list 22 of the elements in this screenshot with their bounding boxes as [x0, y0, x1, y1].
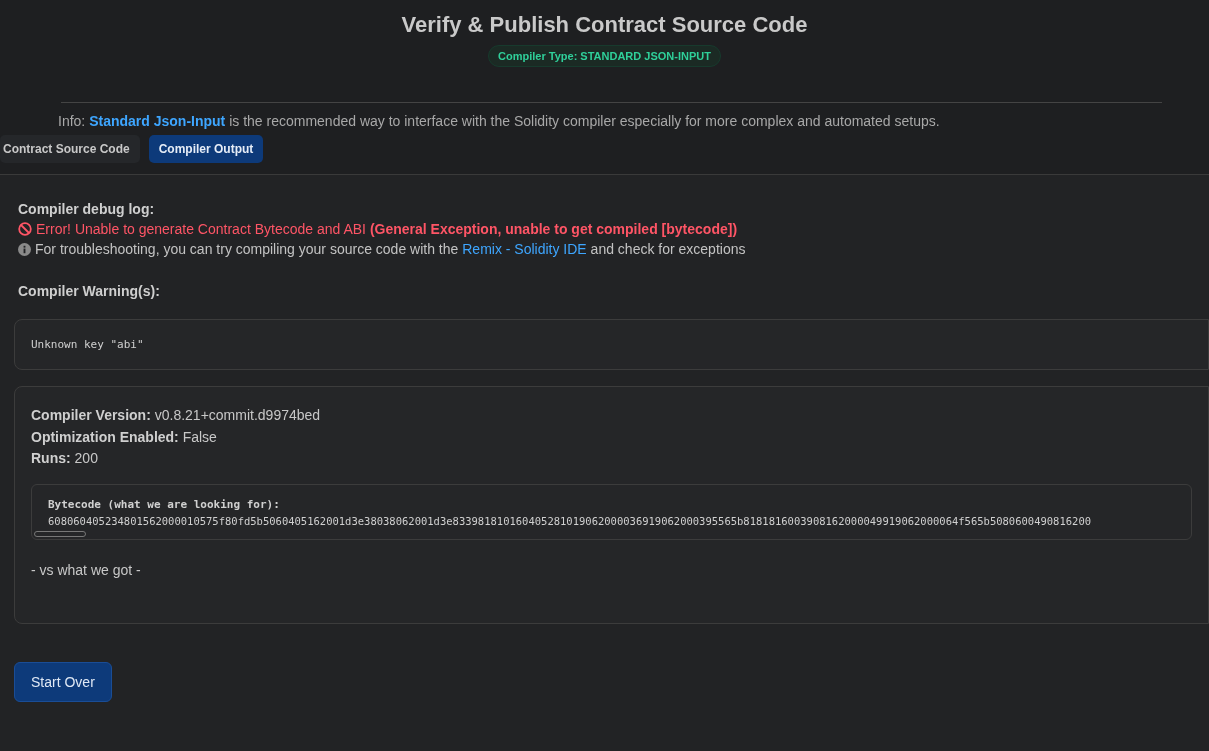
tab[interactable]: Contract Source Code: [0, 135, 140, 163]
scrollbar-thumb[interactable]: [34, 530, 86, 537]
bytecode-heading: Bytecode (what we are looking for):: [48, 497, 281, 511]
section-heading: Compiler Warning(s):: [18, 283, 161, 299]
detail-row-text: Optimization Enabled: False: [31, 427, 218, 447]
info-text: Info: Standard Json-Input is the recommended way to interface with the Solidity compiler especially for more complex and automated setups.: [58, 113, 941, 129]
remix-link[interactable]: Remix - Solidity IDE: [462, 241, 587, 257]
warning-text: Unknown key "abi": [31, 338, 145, 351]
section-heading: Compiler debug log:: [18, 201, 156, 217]
detail-row-text: Compiler Version: v0.8.21+commit.d9974bed: [31, 406, 322, 425]
start-over-button[interactable]: Start Over: [14, 662, 112, 702]
comparison-label: - vs what we got -: [31, 561, 142, 578]
bytecode-text: 608060405234801562000010575f80fd5b5060405162001d3e38038062001d3e833981810160405281019062000036919062000395565b8181816003908162000049919062000064f565b5080600490816200: [48, 514, 1093, 527]
standard-json-link[interactable]: Standard Json-Input: [89, 113, 226, 129]
troubleshooting-text: For troubleshooting, you can try compiling your source code with the Remix - Solidity IDE and check for exceptions: [35, 241, 746, 257]
prohibited-icon: [18, 222, 32, 236]
error-message: Error! Unable to generate Contract Bytecode and ABI (General Exception, unable to get compiled [bytecode]): [36, 221, 738, 237]
page-title: Verify & Publish Contract Source Code: [401, 12, 808, 38]
info-icon: [18, 242, 31, 256]
compiler-type-badge: Compiler Type: STANDARD JSON-INPUT: [488, 45, 721, 67]
detail-row-text: Runs: 200: [31, 449, 99, 468]
tab[interactable]: Compiler Output: [148, 135, 264, 163]
